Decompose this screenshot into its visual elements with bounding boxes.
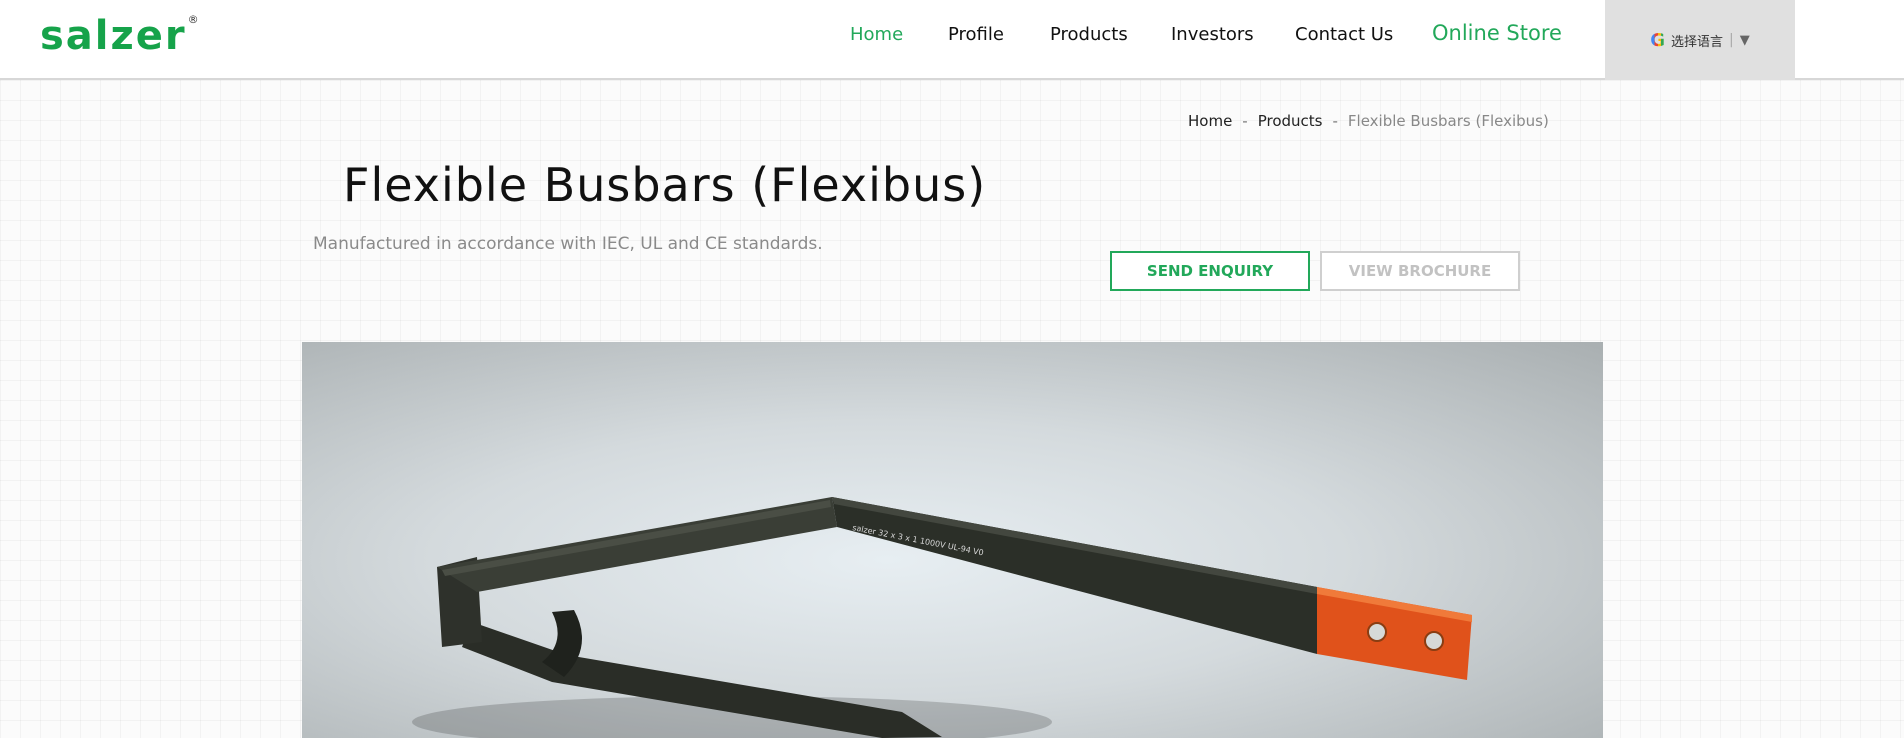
salzer-logo[interactable]: salzer ®	[40, 13, 199, 59]
breadcrumb-current: Flexible Busbars (Flexibus)	[1347, 112, 1549, 130]
google-icon: G	[1650, 29, 1666, 51]
nav-products[interactable]: Products	[1050, 24, 1128, 45]
nav-online-store[interactable]: Online Store	[1432, 21, 1562, 45]
nav-home[interactable]: Home	[850, 24, 903, 45]
product-image: salzer 32 x 3 x 1 1000V UL-94 V0	[302, 342, 1603, 738]
site-header: salzer ® Home Profile Products Investors…	[0, 0, 1904, 80]
send-enquiry-button[interactable]: SEND ENQUIRY	[1110, 251, 1310, 291]
language-divider: |	[1729, 32, 1734, 48]
language-label: 选择语言	[1671, 34, 1724, 50]
flexible-busbar-illustration: salzer 32 x 3 x 1 1000V UL-94 V0	[412, 497, 1472, 738]
logo-text: salzer	[40, 13, 187, 59]
nav-investors[interactable]: Investors	[1171, 24, 1254, 45]
page-subtitle: Manufactured in accordance with IEC, UL …	[313, 234, 823, 254]
breadcrumb-products[interactable]: Products	[1258, 112, 1323, 130]
breadcrumb-separator: -	[1332, 112, 1338, 130]
view-brochure-button[interactable]: VIEW BROCHURE	[1320, 251, 1520, 291]
nav-profile[interactable]: Profile	[948, 24, 1004, 45]
breadcrumb-separator: -	[1242, 112, 1248, 130]
breadcrumb: Home - Products - Flexible Busbars (Flex…	[1188, 112, 1549, 130]
registered-mark: ®	[187, 13, 201, 26]
language-selector[interactable]: G 选择语言 | ▼	[1605, 0, 1795, 80]
page-title: Flexible Busbars (Flexibus)	[343, 158, 987, 212]
caret-down-icon: ▼	[1739, 32, 1750, 48]
breadcrumb-home[interactable]: Home	[1188, 112, 1232, 130]
nav-contact-us[interactable]: Contact Us	[1295, 24, 1393, 45]
